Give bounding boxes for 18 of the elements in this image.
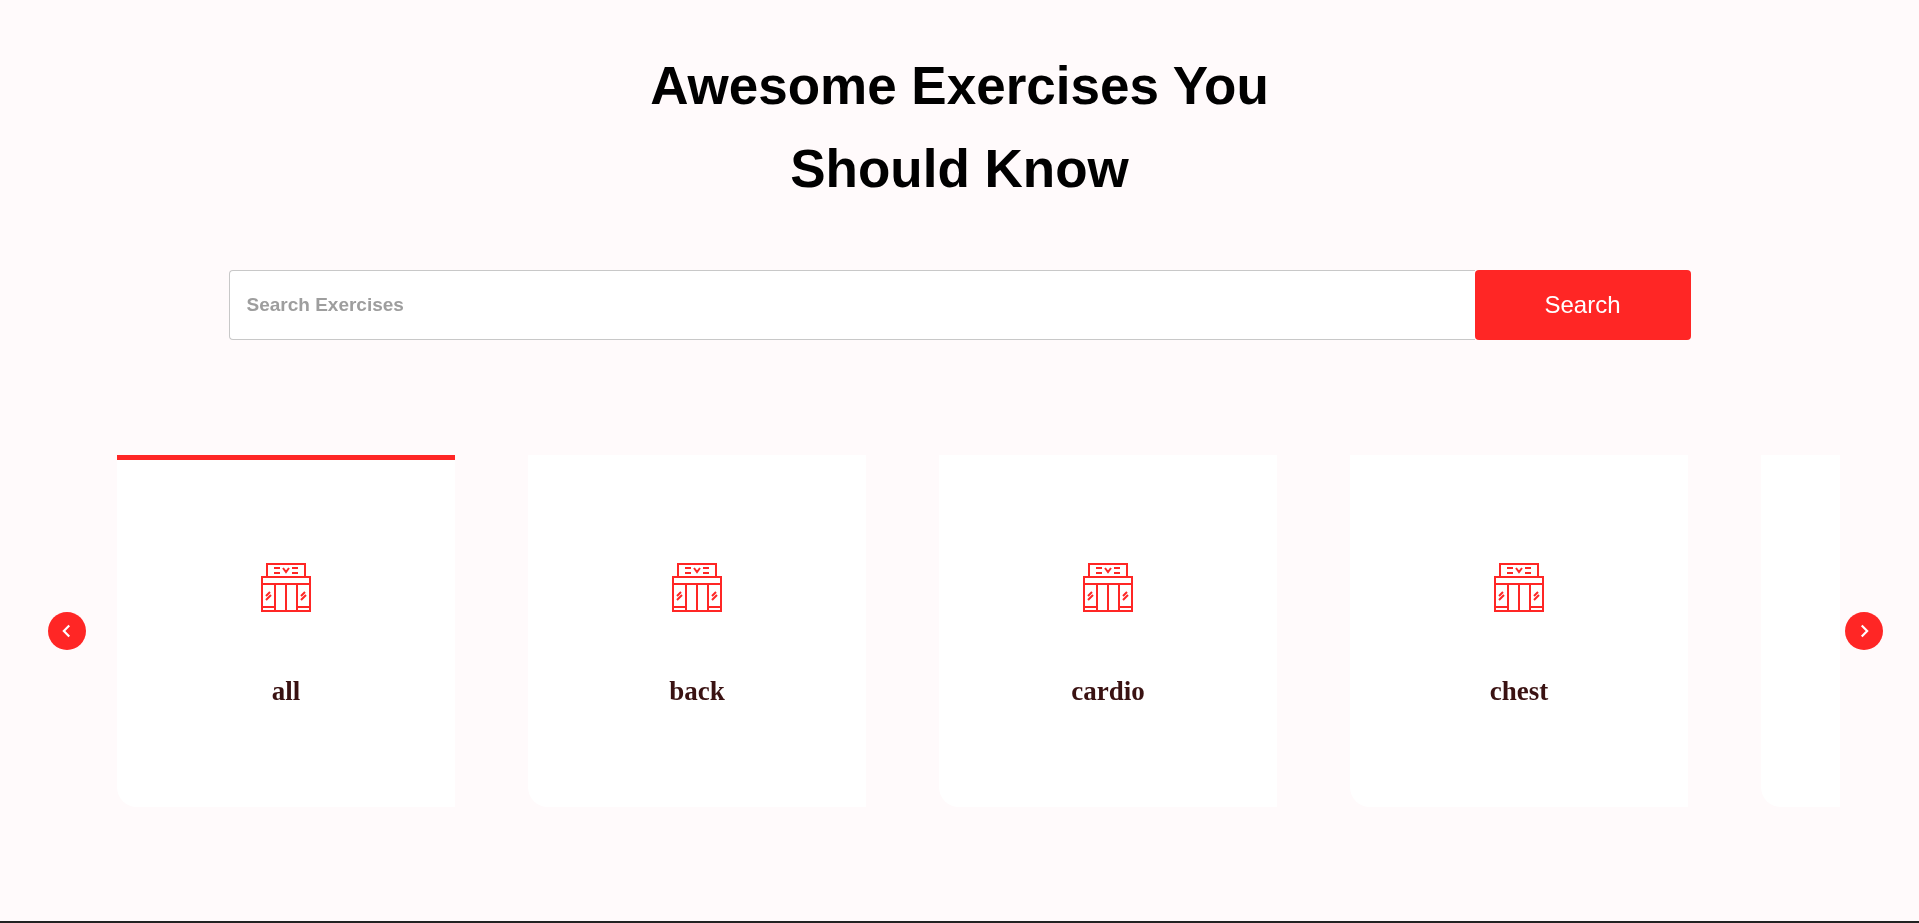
category-label: cardio	[1071, 676, 1145, 707]
search-button[interactable]: Search	[1474, 270, 1691, 340]
category-card[interactable]: back	[528, 455, 866, 807]
category-label: all	[271, 676, 301, 707]
category-card[interactable]: chest	[1350, 455, 1688, 807]
gym-building-icon	[261, 562, 311, 612]
previous-arrow-button[interactable]	[48, 612, 86, 650]
category-card[interactable]: all	[117, 455, 455, 807]
gym-building-icon	[672, 562, 722, 612]
gym-building-icon	[1494, 562, 1544, 612]
page-title: Should Know	[790, 138, 1129, 200]
next-arrow-button[interactable]	[1845, 612, 1883, 650]
category-label: chest	[1489, 676, 1549, 707]
page-title: Awesome Exercises You	[650, 55, 1269, 117]
category-label: back	[669, 676, 725, 707]
category-card[interactable]: cardio	[939, 455, 1277, 807]
search-field[interactable]: Search Exercises	[228, 270, 1475, 340]
gym-building-icon	[1083, 562, 1133, 612]
